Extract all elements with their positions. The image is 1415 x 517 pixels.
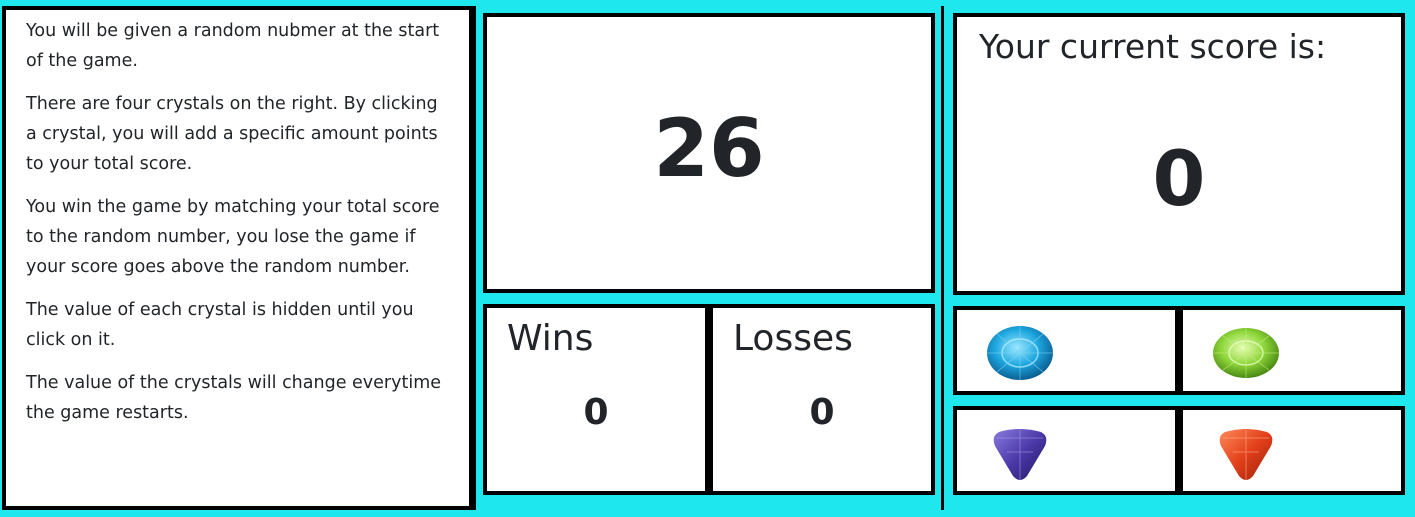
- losses-count: 0: [809, 392, 835, 433]
- current-score-title: Your current score is:: [979, 27, 1327, 66]
- current-score-panel: Your current score is: 0: [953, 13, 1405, 295]
- instructions-panel: You will be given a random nubmer at the…: [2, 6, 473, 510]
- wins-panel: Wins 0: [483, 304, 709, 495]
- purple-trillion-crystal-icon[interactable]: [985, 422, 1055, 486]
- instruction-paragraph: You will be given a random nubmer at the…: [26, 21, 440, 71]
- instruction-paragraph: The value of the crystals will change ev…: [26, 373, 442, 423]
- instruction-paragraph: There are four crystals on the right. By…: [26, 94, 438, 174]
- wins-label: Wins: [507, 318, 594, 359]
- red-trillion-crystal-icon[interactable]: [1211, 422, 1281, 486]
- blue-oval-crystal-icon[interactable]: [985, 320, 1055, 382]
- wins-count: 0: [583, 392, 609, 433]
- instruction-paragraph: You win the game by matching your total …: [26, 197, 440, 277]
- crystal-slot-4: [1179, 406, 1405, 495]
- crystal-slot-3: [953, 406, 1179, 495]
- losses-panel: Losses 0: [709, 304, 935, 495]
- crystal-slot-1: [953, 306, 1179, 395]
- random-number: 26: [653, 102, 765, 195]
- crystal-slot-2: [1179, 306, 1405, 395]
- losses-label: Losses: [733, 318, 853, 359]
- instruction-paragraph: The value of each crystal is hidden unti…: [26, 300, 414, 350]
- random-number-panel: 26: [483, 13, 935, 293]
- current-score-value: 0: [1152, 134, 1206, 223]
- green-oval-crystal-icon[interactable]: [1211, 320, 1281, 382]
